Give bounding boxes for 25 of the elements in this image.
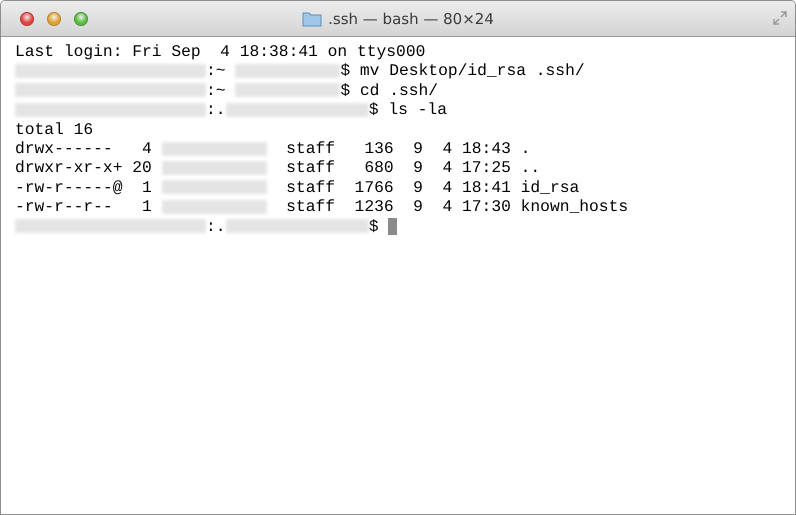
folder-icon bbox=[302, 10, 322, 26]
terminal-text: -rw-r--r-- 1 bbox=[15, 197, 153, 217]
terminal-text: Last login: Fri Sep 4 18:38:41 on ttys000 bbox=[15, 42, 426, 62]
close-button[interactable] bbox=[20, 12, 34, 26]
terminal-text: $ mv Desktop/id_rsa .ssh/ bbox=[340, 61, 585, 81]
terminal-text: drwxr-xr-x+ 20 bbox=[15, 158, 153, 178]
terminal-text: $ bbox=[368, 216, 380, 236]
terminal-text: -rw-r-----@ 1 bbox=[15, 178, 153, 198]
terminal-text: $ ls -la bbox=[368, 100, 447, 120]
terminal-text: :. bbox=[206, 216, 226, 236]
terminal-text: drwx------ 4 bbox=[15, 138, 153, 158]
window-title: .ssh — bash — 80×24 bbox=[328, 10, 494, 28]
terminal-text: staff 680 9 4 17:25 .. bbox=[285, 158, 540, 178]
terminal-text: total 16 bbox=[15, 120, 94, 139]
terminal-text: staff 1766 9 4 18:41 id_rsa bbox=[285, 178, 580, 198]
fullscreen-icon[interactable] bbox=[773, 11, 787, 25]
zoom-button[interactable] bbox=[74, 12, 88, 26]
terminal-text: $ cd .ssh/ bbox=[340, 80, 438, 100]
terminal-text: :~ bbox=[206, 80, 227, 100]
terminal-text: :~ bbox=[206, 61, 227, 81]
minimize-button[interactable] bbox=[47, 12, 61, 26]
terminal-text: staff 1236 9 4 17:30 known_hosts bbox=[285, 197, 628, 217]
terminal-text: :. bbox=[206, 100, 226, 120]
terminal-text: staff 136 9 4 18:43 . bbox=[285, 138, 530, 158]
text-cursor bbox=[388, 218, 398, 235]
